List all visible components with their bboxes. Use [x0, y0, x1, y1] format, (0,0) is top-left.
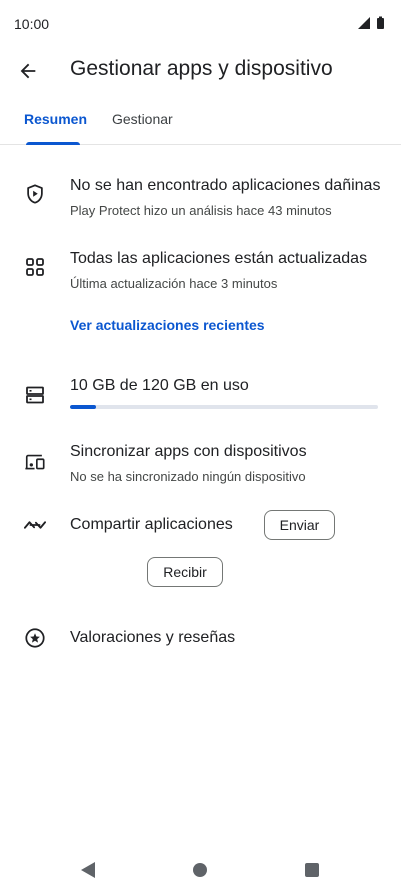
storage-progress-bar [70, 405, 378, 409]
screen: 10:00 Gestionar apps y dispositivo Resum… [0, 0, 401, 892]
system-nav-bar [0, 848, 401, 892]
signal-icon [358, 17, 370, 29]
arrow-back-icon [20, 63, 36, 79]
tab-resumen[interactable]: Resumen [24, 111, 87, 127]
star-circle-icon [24, 627, 46, 649]
devices-icon [24, 451, 46, 473]
sync-title: Sincronizar apps con dispositivos [70, 443, 307, 460]
status-bar: 10:00 [0, 0, 401, 46]
status-time: 10:00 [14, 16, 50, 32]
tab-gestionar[interactable]: Gestionar [112, 111, 173, 127]
nav-home-icon[interactable] [190, 860, 210, 880]
ratings-title: Valoraciones y reseñas [70, 629, 236, 646]
apps-grid-icon [24, 256, 46, 278]
nav-back-icon[interactable] [78, 860, 98, 880]
storage-progress-fill [70, 405, 96, 409]
shield-icon [24, 183, 46, 205]
status-icons [357, 16, 387, 30]
share-title: Compartir aplicaciones [70, 516, 233, 533]
page-title: Gestionar apps y dispositivo [70, 57, 333, 80]
protect-subtitle: Play Protect hizo un análisis hace 43 mi… [70, 203, 332, 218]
recent-updates-link[interactable]: Ver actualizaciones recientes [70, 317, 265, 333]
protect-title: No se han encontrado aplicaciones dañina… [70, 177, 381, 194]
app-bar: Gestionar apps y dispositivo [0, 46, 401, 96]
send-button[interactable]: Enviar [264, 510, 335, 540]
receive-button[interactable]: Recibir [147, 557, 223, 587]
sync-subtitle: No se ha sincronizado ningún dispositivo [70, 469, 306, 484]
back-button[interactable] [14, 57, 42, 85]
updates-subtitle: Última actualización hace 3 minutos [70, 276, 278, 291]
tab-bar: Resumen Gestionar [0, 106, 401, 145]
tab-indicator [26, 142, 80, 145]
storage-title: 10 GB de 120 GB en uso [70, 377, 249, 394]
nearby-share-icon [24, 514, 46, 536]
battery-icon [377, 16, 384, 29]
storage-icon [24, 384, 46, 406]
nav-recents-icon[interactable] [302, 860, 322, 880]
updates-title: Todas las aplicaciones están actualizada… [70, 250, 368, 267]
